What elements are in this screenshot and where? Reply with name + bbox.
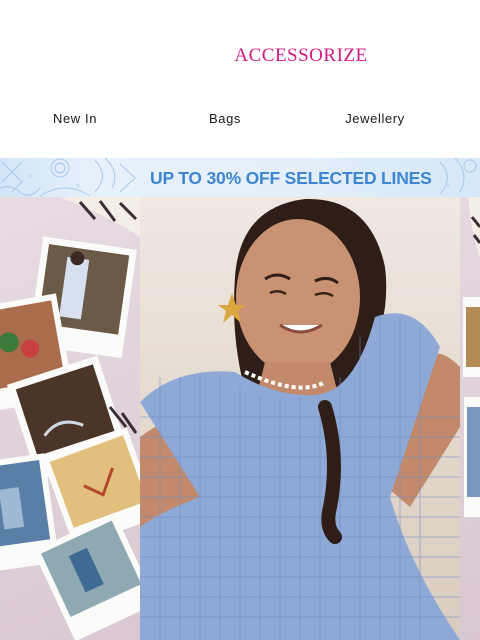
hero-polaroids-left (0, 197, 140, 640)
main-nav: New In Bags Jewellery (0, 100, 480, 140)
hero-polaroids-right (460, 197, 480, 640)
promo-banner[interactable]: UP TO 30% OFF SELECTED LINES (0, 158, 480, 197)
hero-banner[interactable] (0, 197, 480, 640)
brand-logo[interactable]: ACCESSORIZE (229, 44, 373, 68)
nav-item-jewellery[interactable]: Jewellery (335, 110, 415, 128)
header: ACCESSORIZE (0, 0, 480, 100)
polaroid-collage-image (0, 197, 140, 640)
hero-model-image (140, 197, 460, 640)
nav-item-new-in[interactable]: New In (40, 110, 110, 128)
nav-item-bags[interactable]: Bags (195, 110, 255, 128)
model-photo (140, 198, 460, 640)
promo-text: UP TO 30% OFF SELECTED LINES (150, 168, 432, 188)
polaroid-strip-image (463, 197, 480, 517)
